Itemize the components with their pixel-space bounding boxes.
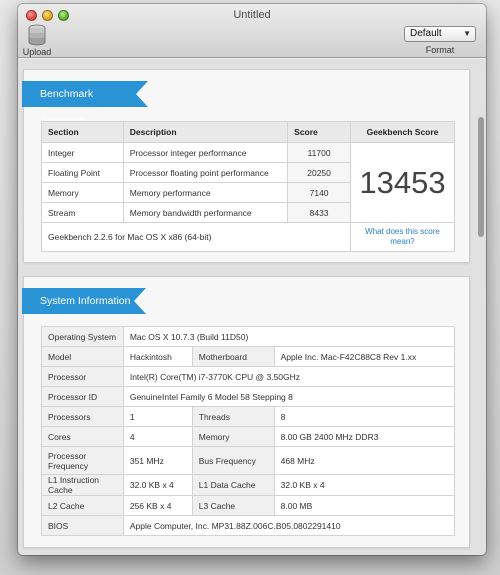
table-row: L2 Cache 256 KB x 4 L3 Cache 8.00 MB	[41, 495, 456, 516]
row-score: 8433	[287, 202, 351, 223]
bios-value: Apple Computer, Inc. MP31.88Z.006C.B05.0…	[122, 515, 456, 536]
processor-id-value: GenuineIntel Family 6 Model 58 Stepping …	[122, 386, 456, 407]
bus-frequency-label: Bus Frequency	[191, 446, 275, 475]
row-description: Memory bandwidth performance	[122, 202, 289, 223]
processor-label: Processor	[41, 366, 124, 387]
processors-label: Processors	[41, 406, 124, 427]
processors-value: 1	[122, 406, 193, 427]
system-information-heading: System Information	[22, 288, 146, 314]
row-score: 20250	[287, 162, 351, 183]
report-content: Benchmark Summary Section Description Sc…	[18, 59, 486, 555]
upload-button[interactable]: Upload	[22, 24, 52, 57]
model-value: Hackintosh	[122, 346, 193, 367]
os-label: Operating System	[41, 326, 124, 347]
row-description: Processor integer performance	[122, 142, 289, 163]
l1-data-cache-value: 32.0 KB x 4	[273, 474, 456, 496]
cores-label: Cores	[41, 426, 124, 447]
os-value: Mac OS X 10.7.3 (Build 11D50)	[122, 326, 456, 347]
app-window: Untitled Upload Default ▼ Format Benchma…	[18, 4, 486, 555]
table-row: Model Hackintosh Motherboard Apple Inc. …	[41, 346, 456, 367]
table-row: Operating System Mac OS X 10.7.3 (Build …	[41, 326, 456, 347]
benchmark-header-row: Section Description Score Geekbench Scor…	[41, 121, 455, 143]
geekbench-total-score: 13453	[350, 142, 455, 223]
processor-frequency-value: 351 MHz	[122, 446, 193, 475]
l1-instruction-cache-value: 32.0 KB x 4	[122, 474, 193, 496]
format-select-value: Default	[410, 28, 442, 39]
row-section: Stream	[41, 202, 124, 223]
processor-id-label: Processor ID	[41, 386, 124, 407]
benchmark-footer-row: Geekbench 2.2.6 for Mac OS X x86 (64-bit…	[41, 222, 455, 252]
window-title: Untitled	[233, 9, 271, 21]
database-icon	[28, 24, 46, 46]
system-information-panel: System Information Operating System Mac …	[22, 276, 470, 548]
row-description: Memory performance	[122, 182, 289, 203]
chevron-down-icon: ▼	[463, 29, 471, 38]
l3-cache-label: L3 Cache	[191, 495, 275, 516]
threads-value: 8	[273, 406, 456, 427]
threads-label: Threads	[191, 406, 275, 427]
score-info-link[interactable]: What does this score mean?	[350, 222, 455, 252]
column-header-description: Description	[122, 121, 289, 143]
cores-value: 4	[122, 426, 193, 447]
column-header-section: Section	[41, 121, 124, 143]
format-label: Format	[425, 45, 455, 55]
table-row: L1 Instruction Cache 32.0 KB x 4 L1 Data…	[41, 474, 456, 496]
title-bar: Untitled Upload Default ▼ Format	[18, 4, 486, 58]
l1-data-cache-label: L1 Data Cache	[191, 474, 275, 496]
row-section: Floating Point	[41, 162, 124, 183]
processor-value: Intel(R) Core(TM) i7-3770K CPU @ 3.50GHz	[122, 366, 456, 387]
version-text: Geekbench 2.2.6 for Mac OS X x86 (64-bit…	[41, 222, 351, 252]
motherboard-value: Apple Inc. Mac-F42C88C8 Rev 1.xx	[273, 346, 456, 367]
row-description: Processor floating point performance	[122, 162, 289, 183]
benchmark-summary-panel: Benchmark Summary Section Description Sc…	[22, 69, 470, 263]
l2-cache-value: 256 KB x 4	[122, 495, 193, 516]
bios-label: BIOS	[41, 515, 124, 536]
system-info-table: Operating System Mac OS X 10.7.3 (Build …	[41, 326, 456, 536]
l2-cache-label: L2 Cache	[41, 495, 124, 516]
format-select[interactable]: Default ▼	[404, 26, 476, 42]
column-header-geekbench-score: Geekbench Score	[350, 121, 455, 143]
table-row: Cores 4 Memory 8.00 GB 2400 MHz DDR3	[41, 426, 456, 447]
scrollbar-thumb[interactable]	[478, 117, 484, 237]
bus-frequency-value: 468 MHz	[273, 446, 456, 475]
format-control: Default ▼ Format	[404, 26, 476, 55]
table-row: Processor ID GenuineIntel Family 6 Model…	[41, 386, 456, 407]
table-row: Integer Processor integer performance 11…	[41, 142, 455, 223]
row-section: Memory	[41, 182, 124, 203]
benchmark-table: Section Description Score Geekbench Scor…	[41, 121, 455, 252]
motherboard-label: Motherboard	[191, 346, 275, 367]
benchmark-summary-heading: Benchmark Summary	[22, 81, 148, 126]
model-label: Model	[41, 346, 124, 367]
table-row: Processor Frequency 351 MHz Bus Frequenc…	[41, 446, 456, 475]
column-header-score: Score	[287, 121, 351, 143]
memory-value: 8.00 GB 2400 MHz DDR3	[273, 426, 456, 447]
table-row: Processor Intel(R) Core(TM) i7-3770K CPU…	[41, 366, 456, 387]
upload-label: Upload	[22, 47, 52, 57]
row-section: Integer	[41, 142, 124, 163]
l1-instruction-cache-label: L1 Instruction Cache	[41, 474, 124, 496]
processor-frequency-label: Processor Frequency	[41, 446, 124, 475]
table-row: BIOS Apple Computer, Inc. MP31.88Z.006C.…	[41, 515, 456, 536]
l3-cache-value: 8.00 MB	[273, 495, 456, 516]
row-score: 7140	[287, 182, 351, 203]
table-row: Processors 1 Threads 8	[41, 406, 456, 427]
memory-label: Memory	[191, 426, 275, 447]
row-score: 11700	[287, 142, 351, 163]
